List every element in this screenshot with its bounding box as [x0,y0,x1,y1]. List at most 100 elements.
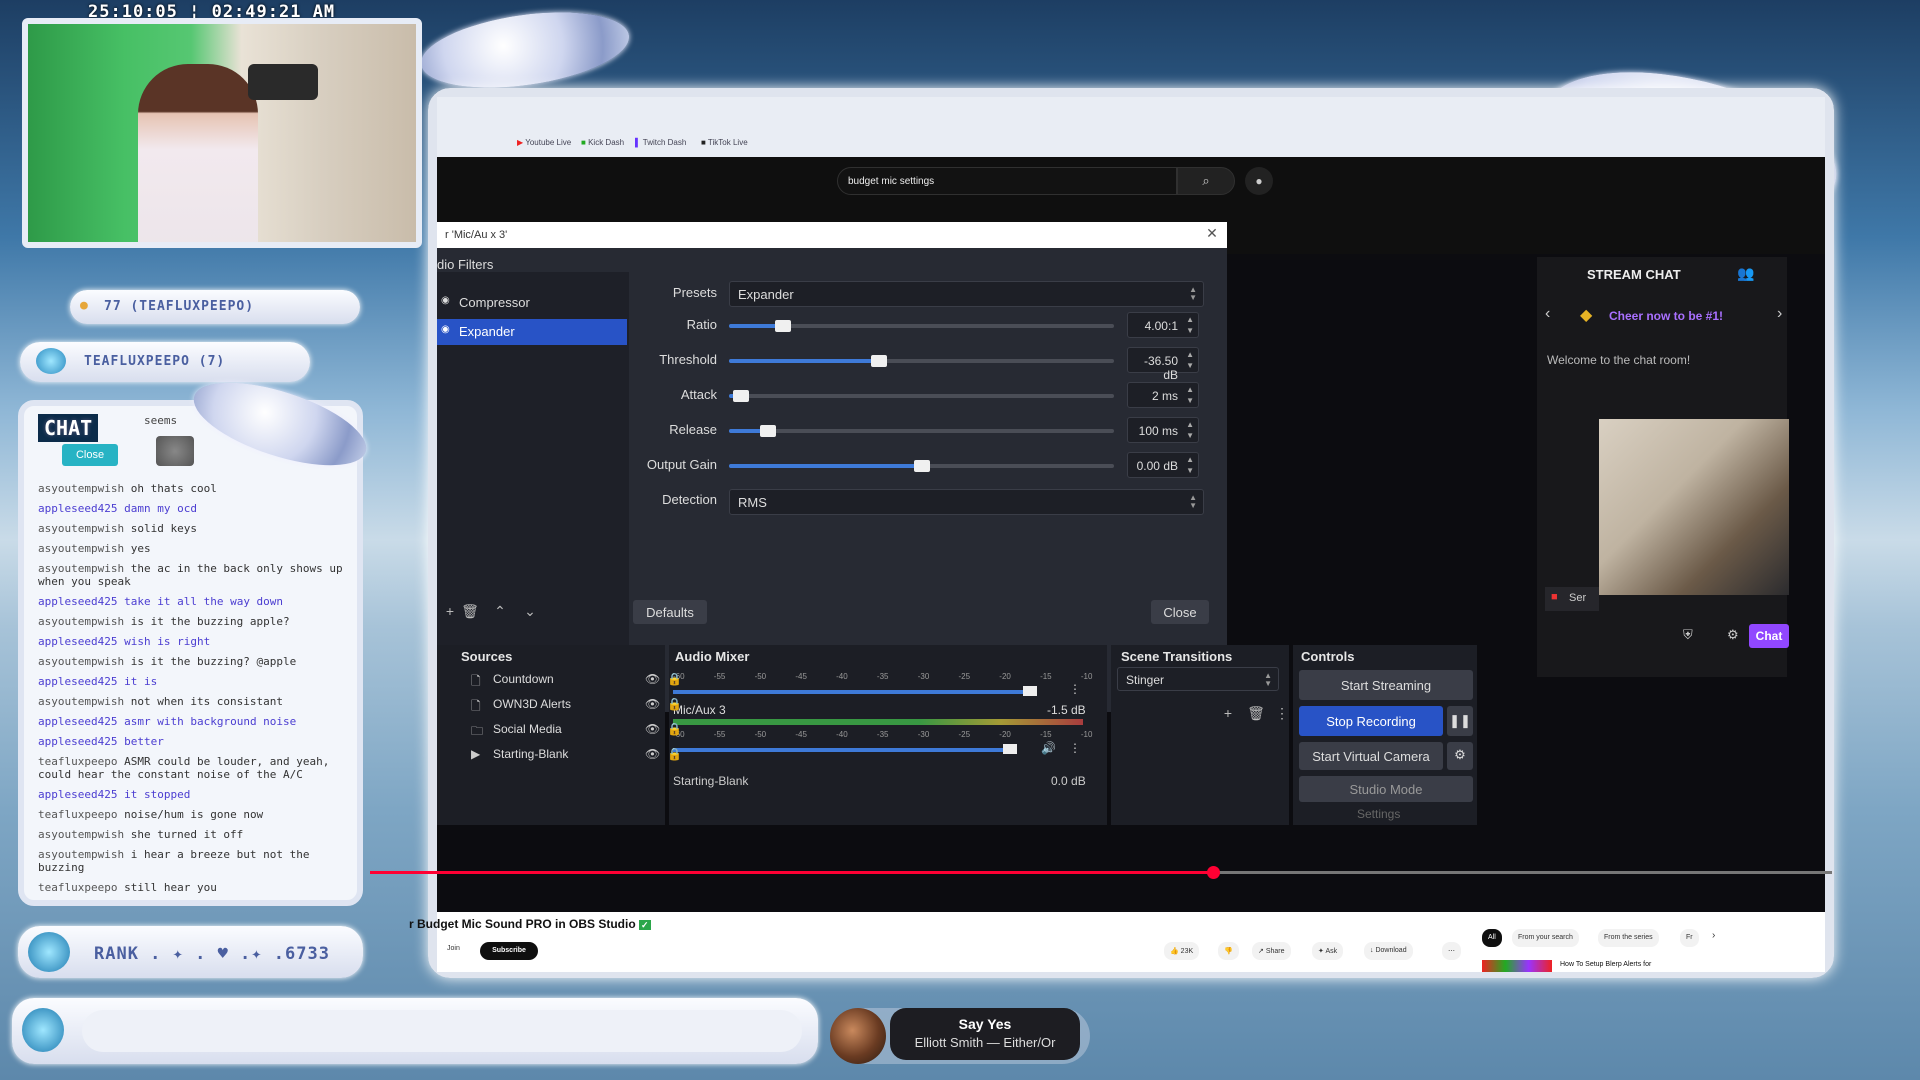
filter-item-compressor[interactable]: ◉ Compressor [437,290,627,316]
kebab-menu-icon[interactable]: ⋮ [1069,682,1081,696]
search-icon[interactable]: ⌕ [1177,167,1235,195]
channel-slider-knob[interactable] [1003,744,1017,754]
microphone-icon[interactable]: ● [1245,167,1273,195]
progress-scrubber[interactable] [1207,866,1220,879]
lock-icon[interactable]: 🔒 [667,747,682,761]
like-button[interactable]: 👍 23K [1164,942,1200,960]
spinner-icon[interactable]: ▲ ▼ [1186,454,1194,476]
trash-icon[interactable]: 🗑 [457,599,483,623]
release-slider-knob[interactable] [760,425,776,437]
move-down-icon[interactable]: ⌄ [517,599,543,623]
output-gain-value-field[interactable]: 0.00 dB ▲ ▼ [1127,452,1199,478]
gear-icon[interactable]: ⚙ [1727,627,1739,643]
eye-icon[interactable]: 👁 [645,722,660,736]
more-icon[interactable]: ⋯ [1442,942,1461,960]
chat-separator [124,615,131,628]
bookmark-youtube-live[interactable]: ▶ Youtube Live [517,138,571,147]
subscribe-button[interactable]: Subscribe [480,942,538,960]
mixer-slider-knob[interactable] [1023,686,1037,696]
move-up-icon[interactable]: ⌃ [487,599,513,623]
presets-select[interactable]: Expander ▲ ▼ [729,281,1204,307]
source-item[interactable]: 🗀 Social Media 👁 🔒 [467,722,682,746]
trash-icon[interactable]: 🗑 [1243,701,1269,725]
ask-button[interactable]: ✦ Ask [1312,942,1344,960]
threshold-value-field[interactable]: -36.50 dB ▲ ▼ [1127,347,1199,382]
chip-more[interactable]: Fr [1680,929,1699,947]
dislike-button[interactable]: 👎 [1218,942,1239,960]
output-gain-slider-knob[interactable] [914,460,930,472]
start-streaming-button[interactable]: Start Streaming [1299,670,1473,700]
eye-icon[interactable]: ◉ [441,324,450,335]
kebab-menu-icon[interactable]: ⋮ [1269,701,1295,725]
settings-button[interactable]: Settings [1357,807,1400,821]
spinner-icon[interactable]: ▲ ▼ [1186,349,1194,371]
spinner-icon[interactable]: ▲ ▼ [1186,384,1194,406]
chevron-left-icon[interactable]: ‹ [1545,305,1550,323]
chat-message: asyoutempwish she turned it off [38,828,348,841]
transition-select[interactable]: Stinger ▲ ▼ [1117,667,1279,691]
speaker-icon[interactable]: 🔊 [1041,741,1056,755]
suggested-thumbnail[interactable] [1482,960,1552,972]
spinner-icon[interactable]: ▲ ▼ [1186,419,1194,441]
download-button[interactable]: ↓ Download [1364,942,1413,960]
channel-volume-slider[interactable] [673,748,1013,752]
chat-message: asyoutempwish is it the buzzing? @apple [38,655,348,668]
pause-icon[interactable]: ❚❚ [1447,706,1473,736]
start-virtual-camera-button[interactable]: Start Virtual Camera [1299,742,1443,770]
ratio-value-field[interactable]: 4.00:1 ▲ ▼ [1127,312,1199,338]
chat-username: asyoutempwish [38,562,125,575]
source-item[interactable]: 🗋 Countdown 👁 🔒 [467,672,682,696]
ratio-slider[interactable] [729,320,1114,332]
kebab-menu-icon[interactable]: ⋮ [1069,741,1081,755]
source-item[interactable]: 🗋 OWN3D Alerts 👁 🔒 [467,697,682,721]
chip-from-search[interactable]: From your search [1512,929,1579,947]
eye-icon[interactable]: 👁 [645,697,660,711]
chip-all[interactable]: All [1482,929,1502,947]
suggested-title[interactable]: How To Setup Blerp Alerts for [1560,961,1651,968]
cheer-link[interactable]: Cheer now to be #1! [1609,309,1723,323]
bookmark-kick-dash[interactable]: ■ Kick Dash [581,138,624,147]
lock-icon[interactable]: 🔒 [667,697,682,711]
attack-slider[interactable] [729,390,1114,402]
lock-icon[interactable]: 🔒 [667,722,682,736]
lock-icon[interactable]: 🔒 [667,672,682,686]
level-meter [673,719,1083,725]
detection-select[interactable]: RMS ▲ ▼ [729,489,1204,515]
eye-icon[interactable]: 👁 [645,672,660,686]
defaults-button[interactable]: Defaults [633,600,707,624]
mixer-volume-slider[interactable] [673,690,1033,694]
release-value-field[interactable]: 100 ms ▲ ▼ [1127,417,1199,443]
close-button[interactable]: Close [1151,600,1209,624]
chat-username: asyoutempwish [38,848,125,861]
users-icon[interactable]: 👥 [1737,265,1754,282]
add-icon[interactable]: + [1215,701,1241,725]
chat-send-button[interactable]: Chat [1749,624,1789,648]
attack-slider-knob[interactable] [733,390,749,402]
spinner-icon[interactable]: ▲ ▼ [1186,314,1194,336]
join-button[interactable]: Join [447,945,460,952]
filter-item-expander[interactable]: ◉ Expander [437,319,627,345]
stop-recording-button[interactable]: Stop Recording [1299,706,1443,736]
release-slider[interactable] [729,425,1114,437]
studio-mode-button[interactable]: Studio Mode [1299,776,1473,802]
share-button[interactable]: ↗ Share [1252,942,1291,960]
chevron-right-icon[interactable]: › [1777,305,1782,323]
attack-value-field[interactable]: 2 ms ▲ ▼ [1127,382,1199,408]
close-icon[interactable]: ✕ [1203,225,1221,243]
search-input[interactable]: budget mic settings [837,167,1177,195]
gear-icon[interactable]: ⚙ [1447,742,1473,770]
chat-message: asyoutempwish yes [38,542,348,555]
ratio-slider-knob[interactable] [775,320,791,332]
chip-from-series[interactable]: From the series [1598,929,1659,947]
source-item[interactable]: ▶ Starting-Blank 👁 🔒 [467,747,682,771]
bookmark-twitch-dash[interactable]: ▌ Twitch Dash [635,138,686,147]
bookmark-tiktok-live[interactable]: ■ TikTok Live [701,138,748,147]
output-gain-slider[interactable] [729,460,1114,472]
threshold-slider-knob[interactable] [871,355,887,367]
shield-icon[interactable]: ⛨ [1683,627,1693,643]
threshold-slider[interactable] [729,355,1114,367]
overlay-chat-close-button[interactable]: Close [62,444,118,466]
chevron-right-icon[interactable]: › [1712,930,1715,941]
eye-icon[interactable]: ◉ [441,295,450,306]
eye-icon[interactable]: 👁 [645,747,660,761]
